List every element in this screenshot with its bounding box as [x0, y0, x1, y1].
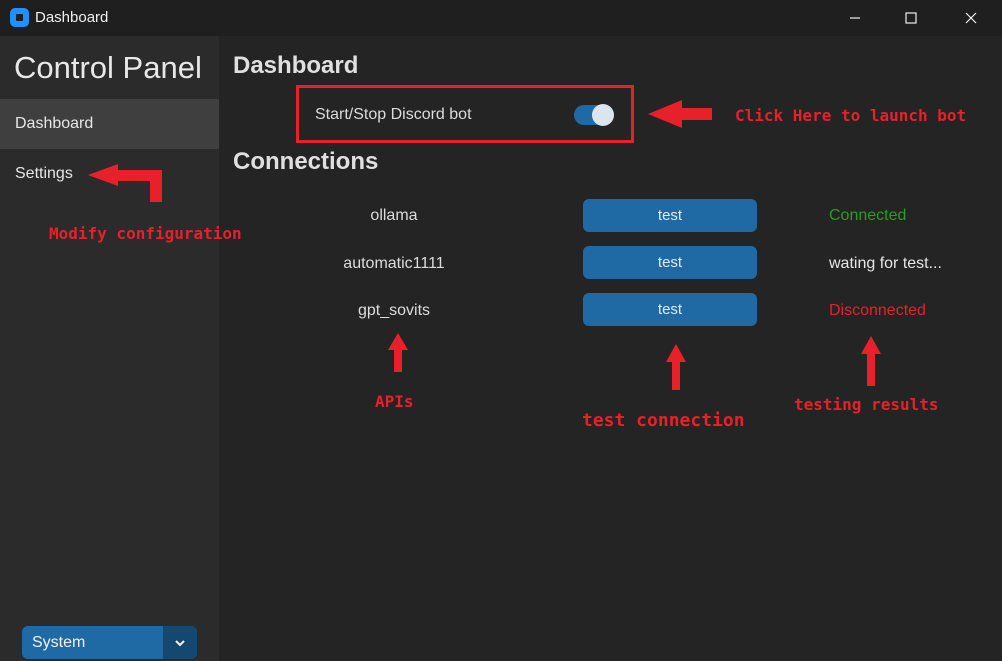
test-button-ollama[interactable]: test [583, 199, 757, 232]
status-ollama: Connected [829, 207, 907, 224]
annotation-modify-config: Modify configuration [49, 224, 242, 243]
status-automatic1111: wating for test... [829, 255, 942, 272]
appearance-mode-value: System [32, 633, 86, 651]
switch-knob [592, 104, 614, 126]
sidebar-item-settings[interactable]: Settings [0, 149, 219, 199]
bot-toggle-label: Start/Stop Discord bot [315, 106, 472, 123]
annotation-launch-bot: Click Here to launch bot [735, 106, 967, 125]
api-name-ollama: ollama [370, 207, 418, 224]
sidebar: Control Panel Dashboard Settings System [0, 36, 219, 661]
appearance-mode-dropdown[interactable]: System [22, 626, 197, 659]
status-gpt-sovits: Disconnected [829, 302, 926, 319]
dashboard-heading: Dashboard [233, 52, 359, 79]
sidebar-item-dashboard[interactable]: Dashboard [0, 99, 219, 149]
bot-toggle-switch[interactable] [574, 104, 614, 126]
api-name-automatic1111: automatic1111 [343, 255, 445, 272]
title-bar: Dashboard [0, 0, 1002, 36]
minimize-button[interactable] [832, 0, 878, 36]
close-button[interactable] [948, 0, 994, 36]
app-icon [10, 8, 29, 27]
test-button-gpt-sovits[interactable]: test [583, 293, 757, 326]
sidebar-item-label: Settings [15, 165, 73, 182]
minimize-icon [850, 17, 860, 19]
dropdown-arrow-button[interactable] [163, 626, 197, 659]
api-name-gpt-sovits: gpt_sovits [357, 302, 431, 319]
test-button-automatic1111[interactable]: test [583, 246, 757, 279]
chevron-down-icon [175, 639, 185, 646]
annotation-testing-results: testing results [794, 395, 939, 414]
sidebar-item-label: Dashboard [15, 115, 94, 132]
window-title: Dashboard [35, 9, 109, 26]
annotation-apis: APIs [375, 392, 414, 411]
sidebar-title: Control Panel [14, 50, 202, 85]
maximize-button[interactable] [888, 0, 934, 36]
maximize-icon [905, 12, 917, 24]
annotation-test-connection: test connection [582, 410, 745, 431]
close-icon [965, 12, 977, 24]
main-content: Dashboard Start/Stop Discord bot Connect… [219, 36, 1002, 661]
connections-heading: Connections [233, 148, 379, 175]
